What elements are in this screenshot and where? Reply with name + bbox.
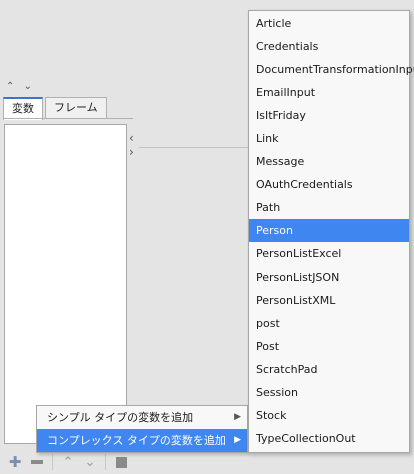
chevron-down-icon: ⌄ <box>84 454 96 470</box>
chevron-down-icon[interactable]: ⌄ <box>24 81 35 92</box>
remove-variable-button[interactable] <box>26 453 48 471</box>
type-item-path[interactable]: Path <box>249 196 409 219</box>
add-variable-button[interactable]: ✚ <box>4 453 26 471</box>
type-item-person-list-xml[interactable]: PersonListXML <box>249 289 409 312</box>
type-item-post[interactable]: Post <box>249 335 409 358</box>
complex-type-submenu: Article Credentials DocumentTransformati… <box>248 10 414 453</box>
type-item-document-transformation-input[interactable]: DocumentTransformationInput <box>249 58 414 81</box>
chevron-left-icon[interactable]: ‹ <box>129 131 134 145</box>
type-item-scratch-pad[interactable]: ScratchPad <box>249 358 409 381</box>
type-item-stock[interactable]: Stock <box>249 404 409 427</box>
type-item-article[interactable]: Article <box>249 12 409 35</box>
menu-item-add-simple-variable[interactable]: シンプル タイプの変数を追加 ▶ <box>37 406 247 429</box>
toolbar-separator <box>52 454 53 470</box>
menu-item-add-complex-variable[interactable]: コンプレックス タイプの変数を追加 ▶ <box>37 429 247 452</box>
collapse-toggle[interactable]: ⌃ ⌄ <box>6 81 35 92</box>
type-item-link[interactable]: Link <box>249 127 409 150</box>
minus-icon <box>31 460 43 464</box>
submenu-arrow-icon: ▶ <box>234 412 241 422</box>
move-down-button[interactable]: ⌄ <box>79 453 101 471</box>
type-item-email-input[interactable]: EmailInput <box>249 81 409 104</box>
properties-button[interactable] <box>110 453 132 471</box>
panel-tabs: 変数 フレーム <box>3 97 109 120</box>
split-toggle[interactable]: ‹ › <box>129 131 134 159</box>
splitter-line <box>139 147 249 148</box>
submenu-arrow-icon: ▶ <box>234 435 241 445</box>
bottom-toolbar: ✚ ⌃ ⌄ <box>4 452 132 472</box>
type-item-session[interactable]: Session <box>249 381 409 404</box>
type-item-oauth-credentials[interactable]: OAuthCredentials <box>249 173 409 196</box>
type-item-post-lowercase[interactable]: post <box>249 312 409 335</box>
move-up-button[interactable]: ⌃ <box>57 453 79 471</box>
chevron-up-icon: ⌃ <box>62 454 74 470</box>
square-icon <box>115 456 127 468</box>
type-item-credentials[interactable]: Credentials <box>249 35 409 58</box>
chevron-up-icon[interactable]: ⌃ <box>6 81 17 92</box>
tab-variables[interactable]: 変数 <box>3 97 43 120</box>
type-item-type-collection-out[interactable]: TypeCollectionOut <box>249 427 409 450</box>
type-item-person[interactable]: Person <box>249 219 409 243</box>
plus-icon: ✚ <box>8 453 22 471</box>
tab-divider <box>3 118 133 119</box>
type-item-person-list-json[interactable]: PersonListJSON <box>249 266 409 289</box>
variables-list[interactable] <box>4 124 127 444</box>
type-item-message[interactable]: Message <box>249 150 409 173</box>
toolbar-separator <box>105 454 106 470</box>
add-variable-context-menu: シンプル タイプの変数を追加 ▶ コンプレックス タイプの変数を追加 ▶ <box>36 405 248 453</box>
type-item-person-list-excel[interactable]: PersonListExcel <box>249 242 409 265</box>
type-item-is-it-friday[interactable]: IsItFriday <box>249 104 409 127</box>
chevron-right-icon[interactable]: › <box>129 145 134 159</box>
tab-frames[interactable]: フレーム <box>45 97 107 118</box>
